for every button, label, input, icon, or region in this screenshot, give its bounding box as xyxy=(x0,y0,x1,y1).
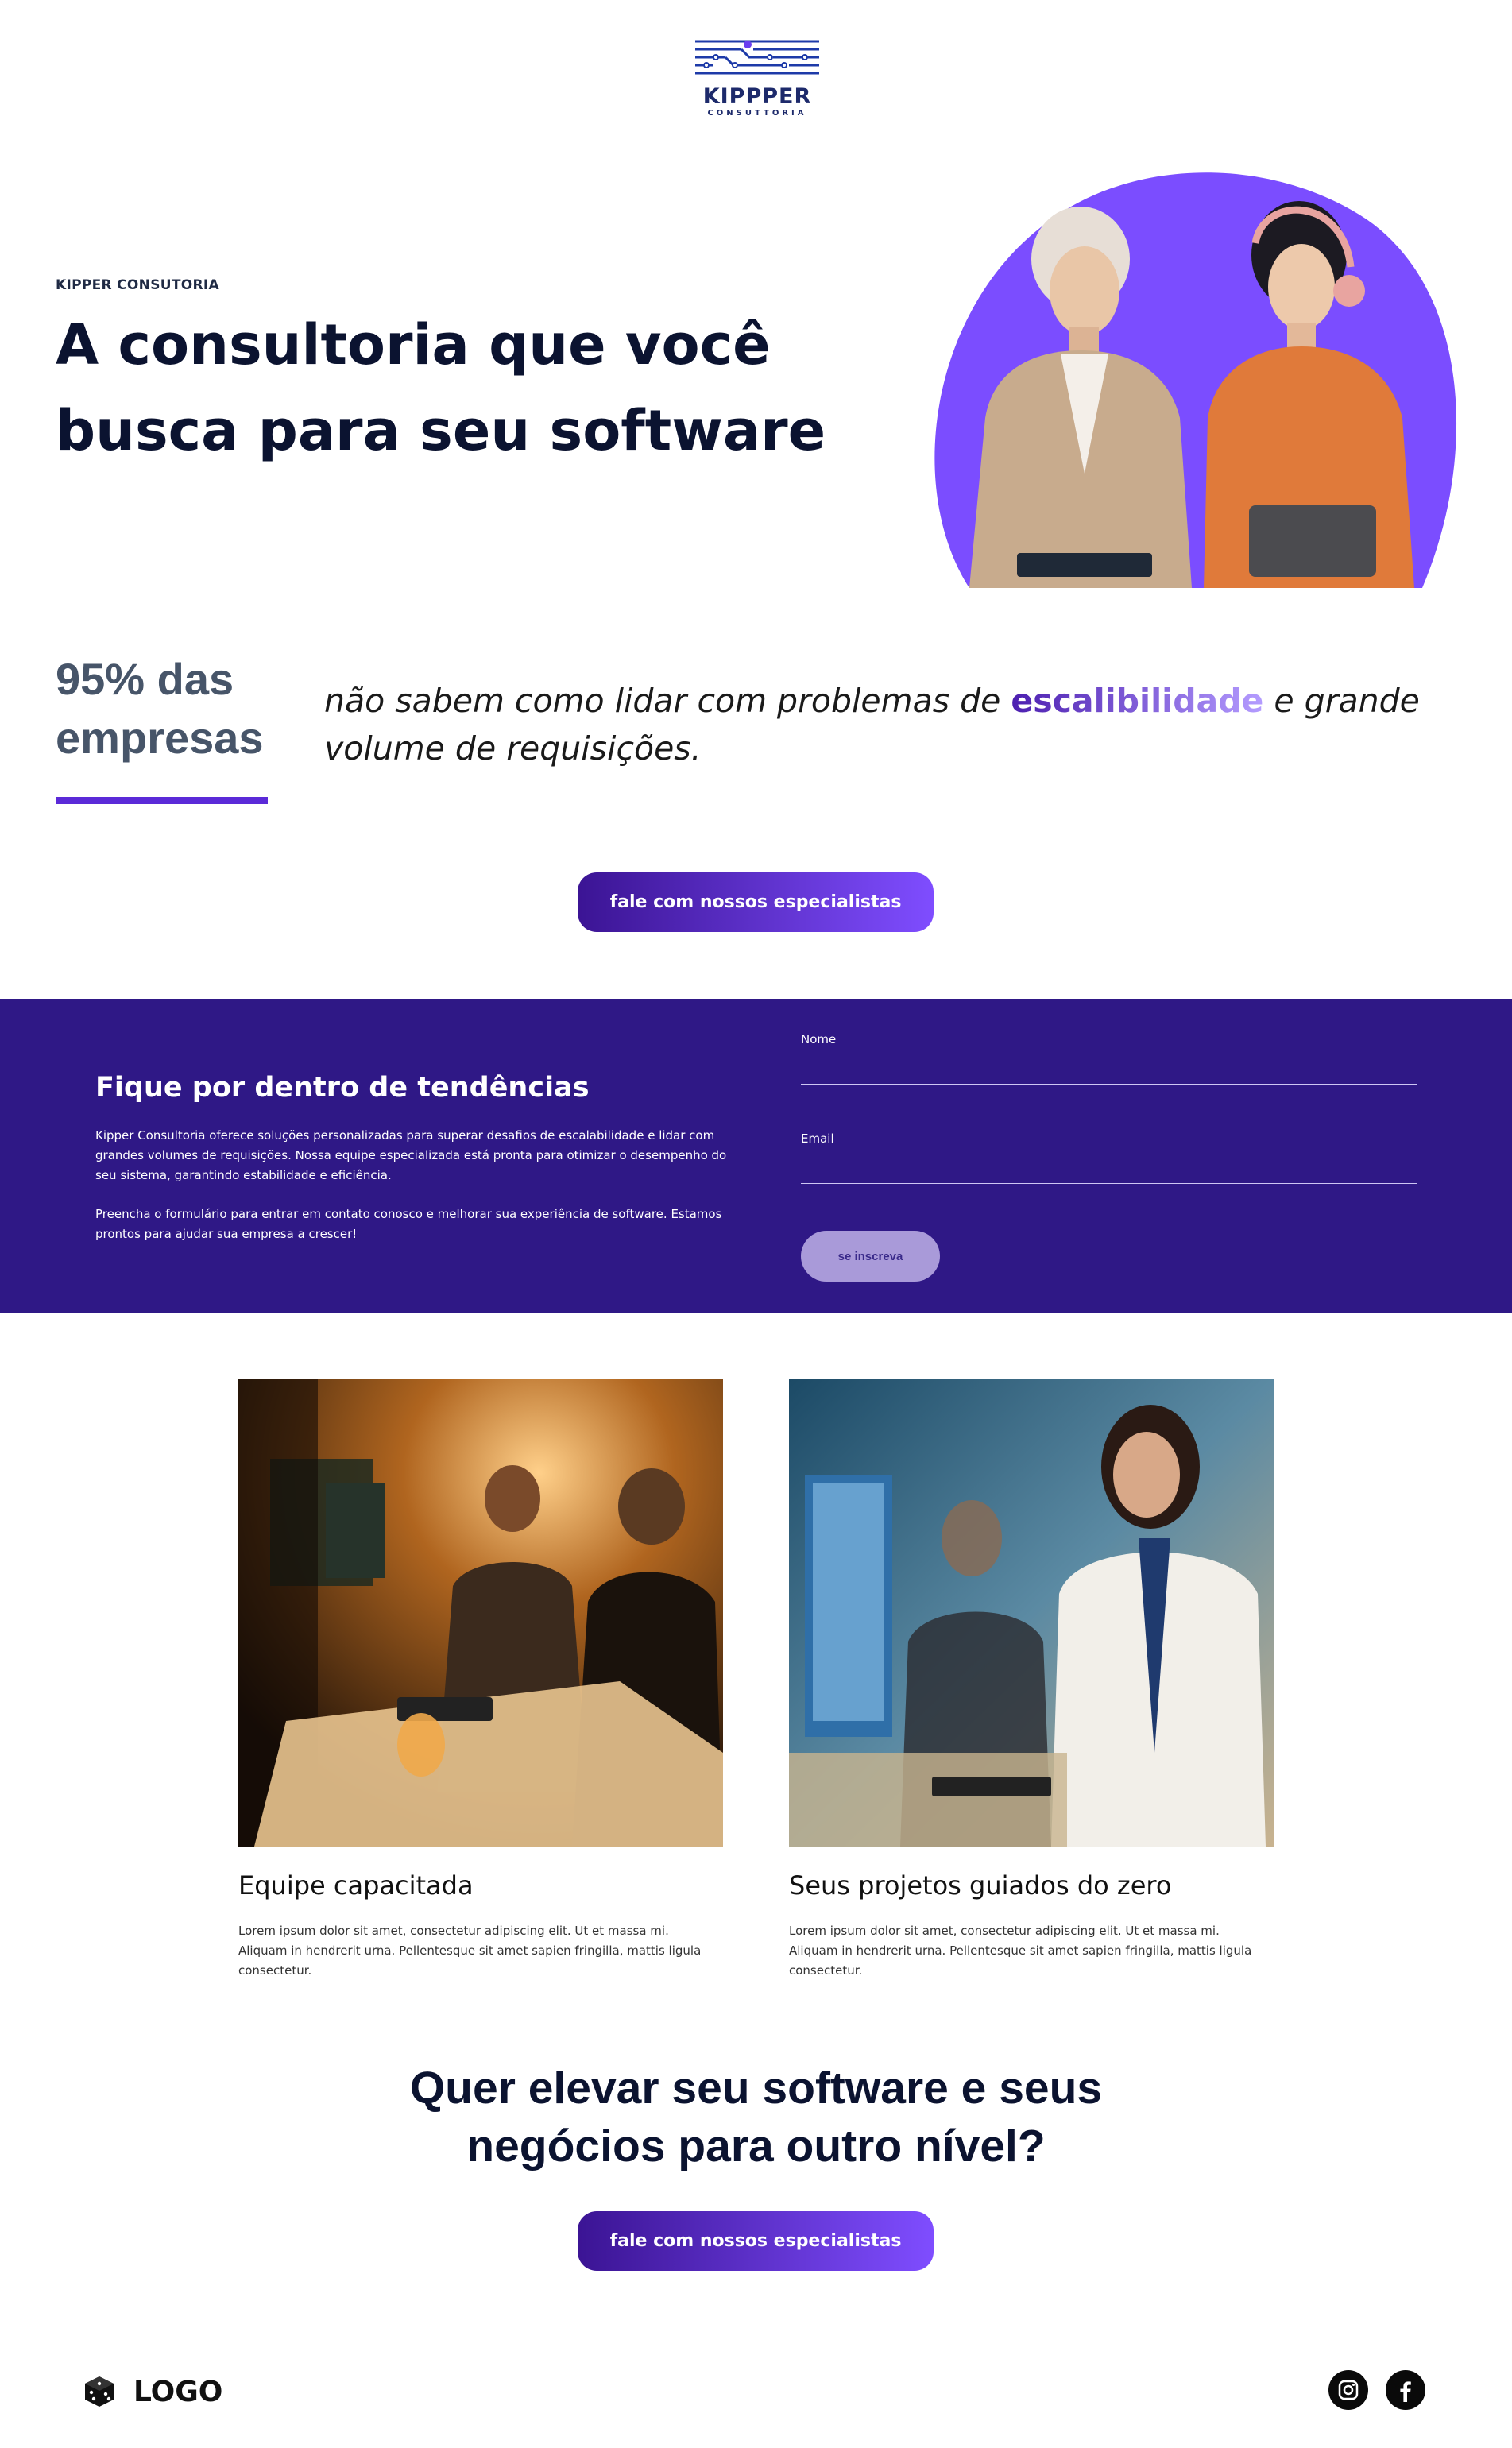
feature-card: Seus projetos guiados do zero Lorem ipsu… xyxy=(789,1379,1274,1981)
social-links xyxy=(1328,2370,1425,2410)
contact-specialists-button[interactable]: fale com nossos especialistas xyxy=(578,872,934,932)
newsletter-section: Fique por dentro de tendências Kipper Co… xyxy=(0,999,1512,1313)
name-label: Nome xyxy=(801,1032,837,1046)
name-field[interactable] xyxy=(801,1050,1417,1085)
feature-title: Seus projetos guiados do zero xyxy=(789,1870,1172,1901)
newsletter-description: Kipper Consultoria oferece soluções pers… xyxy=(95,1126,731,1244)
hero-eyebrow: KIPPER CONSUTORIA xyxy=(56,277,219,293)
professional-woman-photo xyxy=(789,1379,1274,1847)
footer-logo-text: LOGO xyxy=(133,2375,223,2408)
facebook-link[interactable] xyxy=(1386,2370,1425,2410)
newsletter-paragraph: Kipper Consultoria oferece soluções pers… xyxy=(95,1128,727,1182)
stat-underline xyxy=(56,797,268,804)
stat-highlight: escalibilidade xyxy=(1011,682,1264,720)
closing-contact-button[interactable]: fale com nossos especialistas xyxy=(578,2211,934,2271)
email-field[interactable] xyxy=(801,1149,1417,1184)
stat-headline: 95% das empresas xyxy=(56,654,264,763)
stat-text-before: não sabem como lidar com problemas de xyxy=(324,682,1011,720)
newsletter-title: Fique por dentro de tendências xyxy=(95,1072,590,1104)
logo-tagline: CONSUTTORIA xyxy=(707,109,807,118)
closing-title: Quer elevar seu software e seus negócios… xyxy=(409,2063,1103,2171)
consultants-illustration xyxy=(934,172,1457,588)
feature-card: Equipe capacitada Lorem ipsum dolor sit … xyxy=(238,1379,723,1981)
email-label: Email xyxy=(801,1131,834,1146)
instagram-icon xyxy=(1338,2380,1359,2400)
newsletter-paragraph: Preencha o formulário para entrar em con… xyxy=(95,1207,722,1241)
feature-text: Lorem ipsum dolor sit amet, consectetur … xyxy=(789,1924,1252,1978)
hero-image xyxy=(922,156,1462,588)
hero-title: A consultoria que você busca para seu so… xyxy=(56,312,826,463)
subscribe-button[interactable]: se inscreva xyxy=(801,1231,940,1282)
cube-icon xyxy=(85,2376,114,2407)
facebook-icon xyxy=(1400,2381,1411,2402)
footer-logo[interactable]: LOGO xyxy=(83,2375,222,2408)
stat-description: não sabem como lidar com problemas de es… xyxy=(324,677,1452,772)
brand-logo[interactable]: KIPPPER CONSUTTORIA xyxy=(693,37,822,118)
logo-name: KIPPPER xyxy=(702,84,812,109)
feature-text: Lorem ipsum dolor sit amet, consectetur … xyxy=(238,1924,702,1978)
team-working-photo xyxy=(238,1379,723,1847)
instagram-link[interactable] xyxy=(1328,2370,1368,2410)
circuit-logo-icon xyxy=(695,40,819,75)
feature-title: Equipe capacitada xyxy=(238,1870,474,1901)
